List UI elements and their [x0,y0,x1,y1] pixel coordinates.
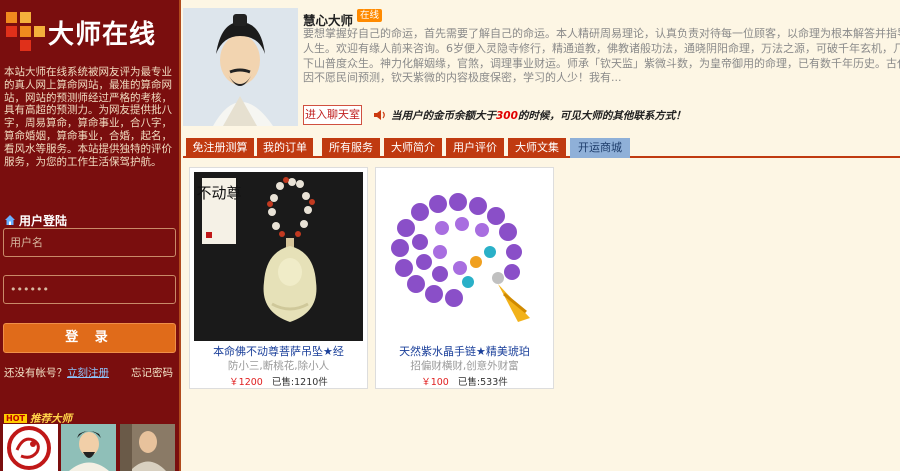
username-input[interactable]: 用户名 [3,228,176,257]
service-tabs: 免注册测算 我的订单 所有服务 大师简介 用户评价 大师文集 开运商城 [183,138,900,158]
register-prompt: 还没有帐号？立刻注册 [4,365,109,380]
product-card[interactable]: 不动尊 本命佛不动尊菩萨吊坠★经 防小三,断桃花,除小人 ￥1200 已售:12… [189,167,368,389]
jade-pendant-image: 不动尊 [194,172,363,341]
logo-mark-icon [6,12,45,51]
master-portrait-icon [183,8,298,126]
login-heading-text: 用户登陆 [19,214,68,228]
product-price: ￥100 [421,377,449,388]
hot-badge: HOT [4,414,27,423]
description-line: 下山普度众生。神力化解姻缘，官煞，调理事业财运。师承「钦天监」紫微斗数，为皇帝御… [303,56,900,70]
pendant-caption: 不动尊 [196,184,241,202]
master-description: 要想掌握好自己的命运，首先需要了解自己的命运。本人精研周易理论，认真负责对待每一… [303,27,900,85]
dragon-seal-icon [7,426,51,470]
register-link[interactable]: 立刻注册 [67,367,109,379]
product-sold-count: 已售:533件 [457,377,508,388]
house-icon [5,215,15,225]
product-price-line: ￥1200 已售:1210件 [190,374,367,388]
master-portrait [183,8,298,126]
enter-chat-room-button[interactable]: 进入聊天室 [303,105,362,125]
recommended-master-thumb[interactable] [120,424,175,471]
notice-amount: 300 [496,110,518,122]
description-line: 因不愿民间预测，钦天紫微的内容极度保密，学习的人少！我有... [303,71,622,85]
online-status-badge: 在线 [357,9,383,22]
recommended-master-thumb[interactable] [3,424,58,471]
login-heading: 用户登陆 [4,212,67,229]
tab-master-articles[interactable]: 大师文集 [508,138,566,158]
product-sold-count: 已售:1210件 [271,377,328,388]
recommended-master-thumb[interactable] [61,424,116,471]
contact-notice: 当用户的金币余额大于300的时候，可见大师的其他联系方式！ [391,108,686,123]
description-line: 人生。欢迎有缘人前来咨询。6岁便入灵隐寺修行，精通道教，佛教诸般功法，通晓阴阳命… [303,41,900,55]
master-portrait-icon [61,424,116,471]
password-input[interactable]: •••••• [3,275,176,304]
tab-free-reading[interactable]: 免注册测算 [186,138,254,158]
site-intro: 本站大师在线系统被网友评为最专业的真人网上算命网站，最准的算命网站，网站的预测师… [4,66,172,168]
tab-user-reviews[interactable]: 用户评价 [446,138,504,158]
no-account-text: 还没有帐号？ [4,367,67,379]
tab-fortune-shop[interactable]: 开运商城 [570,138,630,158]
master-portrait-icon [120,424,175,471]
product-subtitle: 招偏财横财,创意外财富 [410,360,519,372]
forgot-password-link[interactable]: 忘记密码 [131,365,173,380]
product-subtitle: 防小三,断桃花,除小人 [227,360,330,372]
tab-my-orders[interactable]: 我的订单 [257,138,313,158]
product-title-link[interactable]: 本命佛不动尊菩萨吊坠★经 [190,343,367,359]
product-title-link[interactable]: 天然紫水晶手链★精美琥珀 [376,343,553,359]
amethyst-bracelet-image [380,172,549,341]
tab-all-services[interactable]: 所有服务 [322,138,380,158]
notice-prefix: 当用户的金币余额大于 [391,110,496,122]
notice-suffix: 的时候，可见大师的其他联系方式！ [517,110,686,122]
product-image[interactable] [380,172,549,341]
product-price-line: ￥100 已售:533件 [376,374,553,388]
product-price: ￥1200 [229,377,263,388]
login-button[interactable]: 登 录 [3,323,176,353]
logo-text: 大师在线 [48,20,157,50]
tab-master-profile[interactable]: 大师简介 [384,138,442,158]
sidebar: 大师在线 本站大师在线系统被网友评为最专业的真人网上算命网站，最准的算命网站，网… [0,0,181,471]
product-image[interactable]: 不动尊 [194,172,363,341]
speaker-icon [374,110,385,120]
site-logo[interactable]: 大师在线 [4,6,176,56]
description-line: 要想掌握好自己的命运，首先需要了解自己的命运。本人精研周易理论，认真负责对待每一… [303,27,900,40]
product-card[interactable]: 天然紫水晶手链★精美琥珀 招偏财横财,创意外财富 ￥100 已售:533件 [375,167,554,389]
